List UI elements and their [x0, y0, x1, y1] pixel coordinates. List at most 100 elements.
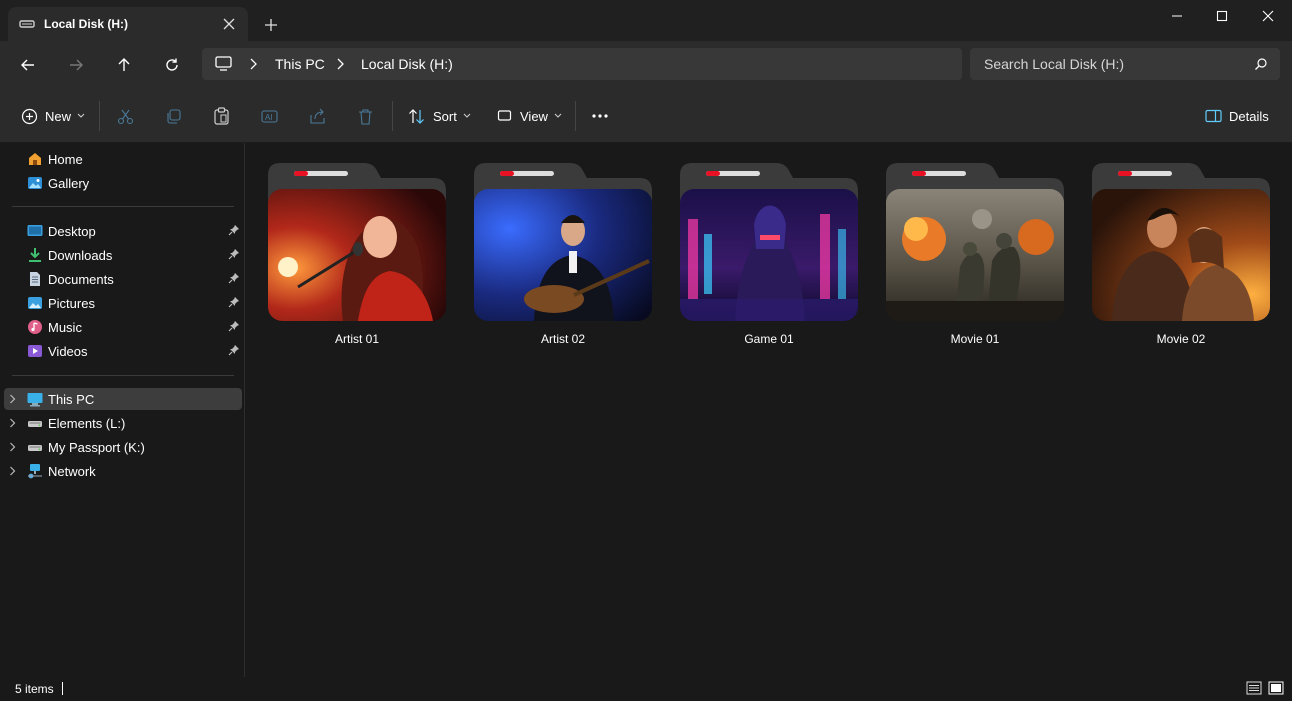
documents-icon	[27, 271, 43, 287]
view-label: View	[520, 108, 548, 124]
trash-icon	[357, 108, 374, 125]
sort-button[interactable]: Sort	[408, 104, 471, 128]
status-bar: 5 items	[0, 677, 1292, 701]
sidebar-item-gallery[interactable]: Gallery	[4, 172, 242, 194]
chevron-right-icon[interactable]	[9, 442, 16, 452]
back-arrow-icon[interactable]	[16, 53, 40, 77]
drive-icon	[27, 415, 43, 431]
chevron-right-icon[interactable]	[9, 466, 16, 476]
delete-button[interactable]	[357, 104, 374, 128]
sidebar-item-label: Documents	[48, 272, 114, 287]
navigation-pane: Home Gallery Desktop Downloads Documents…	[0, 143, 245, 677]
close-tab-icon[interactable]	[222, 17, 236, 31]
chevron-right-icon[interactable]	[249, 58, 257, 70]
details-button[interactable]: Details	[1205, 104, 1269, 128]
refresh-icon[interactable]	[160, 53, 184, 77]
sidebar-item-label: This PC	[48, 392, 95, 407]
view-button[interactable]: View	[497, 104, 562, 128]
chevron-down-icon	[463, 113, 471, 119]
item-count: 5 items	[15, 682, 54, 696]
sidebar-item-videos[interactable]: Videos	[4, 340, 242, 362]
separator	[575, 101, 576, 131]
view-layout-icon	[497, 109, 513, 123]
new-button[interactable]: New	[21, 104, 85, 128]
address-row: This PC Local Disk (H:) Search Local Dis…	[0, 41, 1292, 88]
pin-icon[interactable]	[228, 248, 240, 260]
breadcrumb-local-disk[interactable]: Local Disk (H:)	[361, 56, 453, 72]
sidebar-item-elements[interactable]: Elements (L:)	[4, 412, 242, 434]
chevron-right-icon[interactable]	[336, 58, 344, 70]
chevron-down-icon	[77, 113, 85, 119]
sidebar-item-pictures[interactable]: Pictures	[4, 292, 242, 314]
more-options-button[interactable]	[591, 104, 609, 128]
chevron-right-icon[interactable]	[9, 394, 16, 404]
sidebar-item-label: Elements (L:)	[48, 416, 126, 431]
new-tab-icon[interactable]	[262, 16, 280, 34]
close-window-icon[interactable]	[1245, 0, 1291, 32]
folder-item[interactable]: Artist 01	[268, 163, 448, 353]
maximize-icon[interactable]	[1199, 0, 1245, 32]
folder-thumbnail	[474, 189, 652, 321]
music-icon	[27, 319, 43, 335]
this-pc-icon	[27, 391, 43, 407]
folder-item[interactable]: Game 01	[680, 163, 860, 353]
pin-icon[interactable]	[228, 272, 240, 284]
network-icon	[27, 463, 43, 479]
command-bar: New AI Sort View Details	[0, 88, 1292, 143]
details-pane-icon	[1205, 109, 1222, 123]
up-arrow-icon[interactable]	[112, 53, 136, 77]
search-placeholder: Search Local Disk (H:)	[984, 56, 1125, 72]
folder-name: Game 01	[744, 332, 794, 346]
sidebar-item-music[interactable]: Music	[4, 316, 242, 338]
rename-button[interactable]: AI	[261, 104, 278, 128]
status-separator	[62, 682, 63, 695]
sidebar-item-network[interactable]: Network	[4, 460, 242, 482]
sort-label: Sort	[433, 108, 457, 124]
divider	[12, 206, 234, 207]
folder-item[interactable]: Movie 01	[886, 163, 1066, 353]
forward-arrow-icon[interactable]	[64, 53, 88, 77]
sidebar-item-label: My Passport (K:)	[48, 440, 145, 455]
folder-item[interactable]: Artist 02	[474, 163, 654, 353]
chevron-right-icon[interactable]	[9, 418, 16, 428]
separator	[392, 101, 393, 131]
folder-item[interactable]: Movie 02	[1092, 163, 1272, 353]
paste-button[interactable]	[213, 104, 230, 128]
ellipsis-icon	[591, 113, 609, 119]
sidebar-item-label: Music	[48, 320, 82, 335]
address-bar[interactable]: This PC Local Disk (H:)	[202, 48, 962, 80]
sidebar-item-label: Home	[48, 152, 83, 167]
details-view-icon[interactable]	[1246, 681, 1262, 695]
pin-icon[interactable]	[228, 344, 240, 356]
cut-button[interactable]	[117, 104, 134, 128]
sidebar-item-my-passport[interactable]: My Passport (K:)	[4, 436, 242, 458]
sidebar-item-home[interactable]: Home	[4, 148, 242, 170]
sidebar-item-label: Gallery	[48, 176, 90, 191]
divider	[12, 375, 234, 376]
large-icons-view-icon[interactable]	[1268, 681, 1284, 695]
pin-icon[interactable]	[228, 296, 240, 308]
drive-icon	[19, 18, 35, 30]
sidebar-item-documents[interactable]: Documents	[4, 268, 242, 290]
search-input[interactable]: Search Local Disk (H:)	[970, 48, 1280, 80]
sidebar-item-label: Desktop	[48, 224, 96, 239]
sidebar-item-this-pc[interactable]: This PC	[4, 388, 242, 410]
share-button[interactable]	[309, 104, 326, 128]
pin-icon[interactable]	[228, 224, 240, 236]
copy-button[interactable]	[165, 104, 182, 128]
svg-text:AI: AI	[265, 113, 273, 122]
videos-icon	[27, 343, 43, 359]
rename-icon: AI	[261, 108, 278, 125]
share-icon	[309, 108, 326, 125]
sidebar-item-downloads[interactable]: Downloads	[4, 244, 242, 266]
tab-local-disk[interactable]: Local Disk (H:)	[8, 7, 248, 41]
breadcrumb-this-pc[interactable]: This PC	[275, 56, 325, 72]
pictures-icon	[27, 295, 43, 311]
minimize-icon[interactable]	[1154, 0, 1200, 32]
folder-thumbnail	[886, 189, 1064, 321]
folder-thumbnail	[268, 189, 446, 321]
sidebar-item-desktop[interactable]: Desktop	[4, 220, 242, 242]
pin-icon[interactable]	[228, 320, 240, 332]
sidebar-item-label: Downloads	[48, 248, 113, 263]
downloads-icon	[27, 247, 43, 263]
